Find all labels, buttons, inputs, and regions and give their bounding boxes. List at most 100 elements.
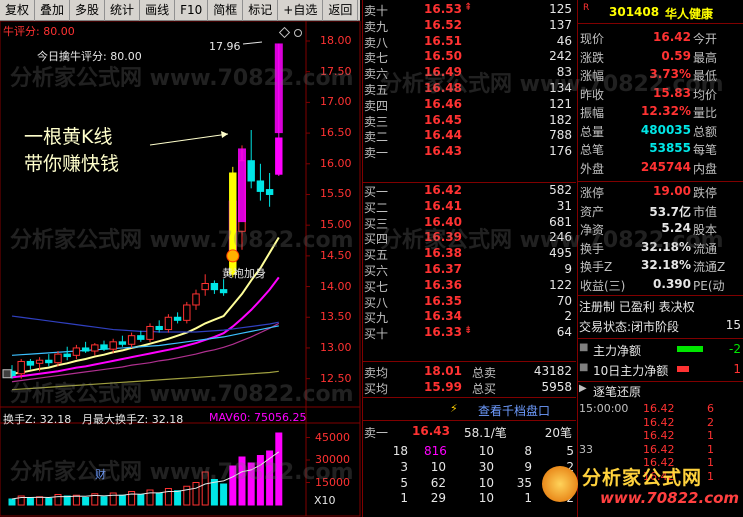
book-divider <box>362 397 576 398</box>
kline-chart[interactable] <box>0 21 361 517</box>
price-tick-label: 16.00 <box>320 156 352 170</box>
queue-cell: 10 <box>478 444 494 458</box>
queue-cell: 29 <box>430 491 446 506</box>
buy-level-row[interactable]: 买七 16.36 122 <box>362 278 576 294</box>
sell-level-row[interactable]: 卖五 16.48 134 <box>362 81 576 97</box>
toolbar-button-8[interactable]: +自选 <box>278 0 324 21</box>
sell-level-row[interactable]: 卖二 16.44 788 <box>362 128 576 144</box>
book-level-volume: 83 <box>556 65 572 80</box>
indicator-label: 牛评分: 80.00 <box>3 25 75 38</box>
sell-level-row[interactable]: 卖九 16.52 137 <box>362 18 576 34</box>
logo-text: 分析家公式网 <box>582 467 703 489</box>
book-level-label: 买八 <box>364 295 389 310</box>
sell-level-row[interactable]: 卖七 16.50 242 <box>362 49 576 65</box>
flow-value: 1 <box>733 362 741 376</box>
price-tick-label: 15.50 <box>320 187 352 201</box>
book-level-label: 买七 <box>364 279 389 294</box>
toolbar-button-0[interactable]: 复权 <box>0 0 36 21</box>
book-level-volume: 242 <box>549 49 572 64</box>
candle-body <box>219 289 228 294</box>
book-level-label: 买二 <box>364 200 389 215</box>
queue-cell: 5 <box>566 444 574 458</box>
total-value: 43182 <box>533 364 572 378</box>
quote-label: 涨跌 <box>580 50 605 65</box>
quote-row: 外盘 245744 内盘 <box>577 160 743 176</box>
buy-level-row[interactable]: 买九 16.34 2 <box>362 309 576 325</box>
quote-value: 53855 <box>649 141 691 155</box>
book-level-volume: 246 <box>549 230 572 245</box>
toolbar-button-1[interactable]: 叠加 <box>35 0 71 21</box>
book-level-label: 卖三 <box>364 114 389 129</box>
sell-level-row[interactable]: 卖八 16.51 46 <box>362 34 576 50</box>
book-level-label: 卖九 <box>364 19 389 34</box>
quote-label-2: PE(动 <box>693 278 725 293</box>
book-level-price: 16.48 <box>424 81 462 95</box>
tick-volume: 1 <box>707 429 714 442</box>
book-level-label: 卖八 <box>364 35 389 50</box>
book-level-price: 16.45 <box>424 112 462 127</box>
buy-level-row[interactable]: 买五 16.38 495 <box>362 246 576 262</box>
toolbar-button-3[interactable]: 统计 <box>105 0 141 21</box>
depth-link-button: 查看千档盘口 <box>478 404 551 418</box>
book-level-label: 买十 <box>364 327 389 342</box>
toolbar-button-7[interactable]: 标记 <box>243 0 279 21</box>
flow-value: -2 <box>729 342 741 356</box>
sell-level-row[interactable]: 卖四 16.46 121 <box>362 97 576 113</box>
candle-body <box>146 325 154 340</box>
toolbar-button-5[interactable]: F10 <box>175 0 209 21</box>
sell-level-row[interactable]: 卖三 16.45 182 <box>362 113 576 129</box>
book-average-row: 卖均 18.01 总卖 43182 <box>362 364 576 380</box>
quote-row: 现价 16.42 今开 <box>577 30 743 46</box>
collapse-arrow-icon: ▶ <box>579 383 587 394</box>
buy-level-row[interactable]: 买一 16.42 582 <box>362 183 576 199</box>
buy-level-row[interactable]: 买四 16.39 246 <box>362 230 576 246</box>
buy-level-row[interactable]: 买二 16.41 31 <box>362 199 576 215</box>
book-level-price: 16.39 <box>424 230 462 245</box>
ten-day-flow-row[interactable]: ■ 10日主力净额 1 <box>577 362 743 378</box>
sell-level-row[interactable]: 卖一 16.43 176 <box>362 144 576 160</box>
diamond-icon <box>278 26 291 39</box>
lightning-icon: ⚡ <box>450 402 458 415</box>
order-book: 卖十 16.53 ⇞ 125 卖九 16.52 137 卖八 16.51 46 卖七 16.50 242… <box>362 0 576 517</box>
ma-line <box>11 315 279 333</box>
quote-value: 19.00 <box>653 184 691 198</box>
volume-bar <box>174 490 182 506</box>
toolbar-button-6[interactable]: 简框 <box>208 0 244 21</box>
buy-level-row[interactable]: 买三 16.40 681 <box>362 215 576 231</box>
buy-level-row[interactable]: 买六 16.37 9 <box>362 262 576 278</box>
tick-list-header[interactable]: ▶ 逐笔还原 <box>577 383 743 399</box>
quote-row: 涨幅 3.73% 最低 <box>577 67 743 83</box>
toolbar-button-4[interactable]: 画线 <box>140 0 176 21</box>
flow-bar-green <box>677 346 703 352</box>
arrow-head-icon <box>221 131 228 138</box>
quote-label-2: 内盘 <box>693 161 718 176</box>
checkbox-icon: ■ <box>579 362 589 373</box>
tick-price: 16.42 <box>643 402 675 415</box>
level-arrow-icon: ⇟ <box>464 325 473 337</box>
buy-level-row[interactable]: 买八 16.35 70 <box>362 294 576 310</box>
stock-header: R 301408 华人健康 <box>577 3 743 21</box>
queue-cell: 1 <box>524 491 532 506</box>
toolbar-button-2[interactable]: 多股 <box>70 0 106 21</box>
book-level-volume: 788 <box>549 128 572 143</box>
avg-label: 买均 <box>364 382 389 396</box>
book-level-label: 买五 <box>364 248 389 263</box>
book-level-volume: 134 <box>549 81 572 95</box>
book-level-price: 16.33 <box>424 325 462 340</box>
volume-bar <box>146 489 154 506</box>
candle-body <box>118 341 127 345</box>
toolbar-button-9[interactable]: 返回 <box>323 0 359 21</box>
sell-level-row[interactable]: 卖十 16.53 ⇞ 125 <box>362 2 576 18</box>
main-flow-row[interactable]: ■ 主力净额 -2 <box>577 342 743 358</box>
buy-level-row[interactable]: 买十 16.33 ⇟ 64 <box>362 325 576 341</box>
quote-value: 245744 <box>640 159 691 174</box>
candle-body <box>26 360 35 366</box>
month-max-turnover-label: 月最大换手Z: 32.18 <box>82 413 184 426</box>
sell-level-row[interactable]: 卖六 16.49 83 <box>362 65 576 81</box>
tick-volume: 6 <box>707 402 714 415</box>
last-trade-row: 卖一 16.43 58.1/笔 20笔 <box>362 424 576 440</box>
avg-price: 18.01 <box>424 364 462 378</box>
total-label: 总卖 <box>472 366 497 380</box>
depth-link-row[interactable]: ⚡ 查看千档盘口 <box>362 402 576 418</box>
status-row: 交易状态:闭市阶段 15 <box>577 318 743 334</box>
